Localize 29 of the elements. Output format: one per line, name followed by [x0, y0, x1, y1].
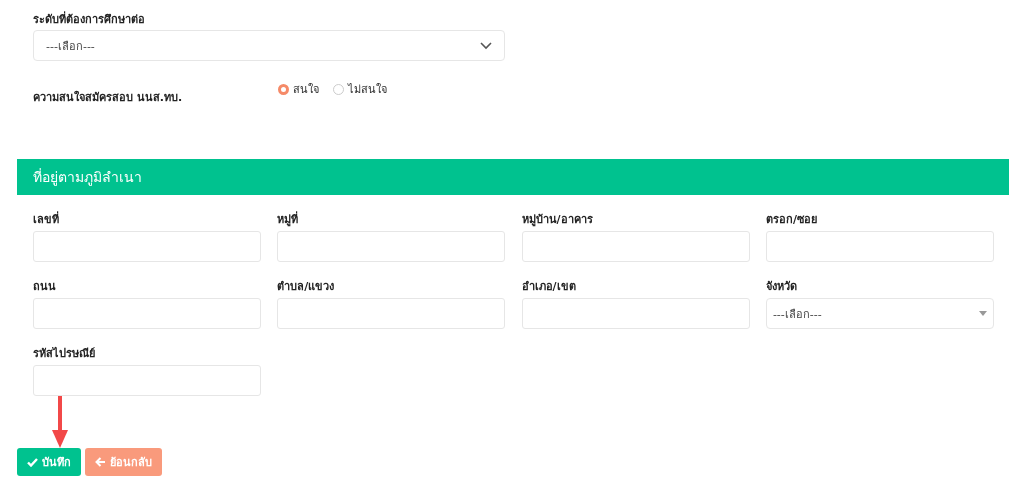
caret-down-icon	[978, 311, 987, 316]
field-label: ระดับที่ต้องการศึกษาต่อ	[33, 12, 146, 28]
radio-option[interactable]: ไม่สนใจ	[333, 81, 387, 97]
field-label: เลขที่	[33, 212, 60, 228]
checkmark-icon	[27, 457, 38, 467]
input-field[interactable]	[33, 365, 261, 396]
field-label: จังหวัด	[765, 279, 798, 295]
input-field[interactable]	[521, 298, 750, 329]
radio-option[interactable]: สนใจ	[278, 81, 319, 97]
input-field[interactable]	[33, 298, 261, 329]
field-label: รหัสไปรษณีย์	[33, 346, 96, 362]
field-label: หมู่บ้าน/อาคาร	[521, 212, 594, 228]
education-level-select[interactable]: ---เลือก---	[33, 30, 505, 61]
chevron-down-icon	[480, 41, 492, 50]
field-label: ตำบล/แขวง	[277, 279, 336, 295]
field-label: ความสนใจสมัครสอบ นนส.ทบ.	[33, 90, 184, 106]
input-field[interactable]	[765, 231, 994, 262]
province-select[interactable]: ---เลือก---	[765, 298, 994, 329]
input-field[interactable]	[33, 231, 261, 262]
arrow-left-icon	[95, 457, 106, 467]
field-label: ถนน	[33, 279, 57, 295]
field-label: ตรอก/ซอย	[765, 212, 818, 228]
field-label: หมู่ที่	[277, 212, 300, 228]
input-field[interactable]	[277, 231, 506, 262]
pointer-arrow	[52, 396, 68, 448]
field-label: อำเภอ/เขต	[521, 279, 577, 295]
input-field[interactable]	[277, 298, 506, 329]
section-header: ที่อยู่ตามภูมิลำเนา	[17, 159, 1009, 195]
input-field[interactable]	[521, 231, 750, 262]
